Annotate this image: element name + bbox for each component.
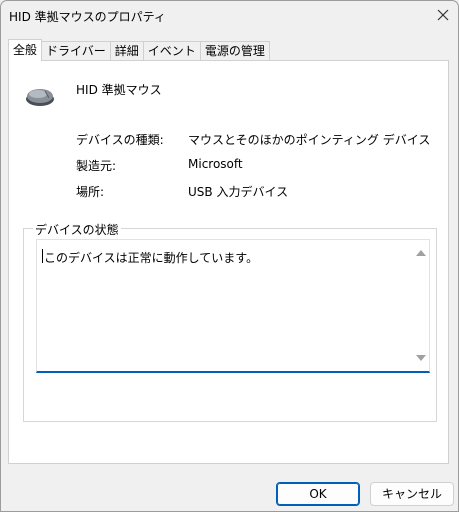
tab-strip: 全般 ドライバー 詳細 イベント 電源の管理 xyxy=(8,39,270,61)
general-tab-panel: HID 準拠マウス デバイスの種類: マウスとそのほかのポインティング デバイス… xyxy=(8,60,449,464)
device-name: HID 準拠マウス xyxy=(76,83,162,97)
device-status-group: デバイスの状態 このデバイスは正常に動作しています。 xyxy=(23,221,437,422)
ok-button[interactable]: OK xyxy=(276,482,360,506)
close-icon xyxy=(437,9,449,21)
text-caret xyxy=(42,249,43,263)
device-status-textbox[interactable]: このデバイスは正常に動作しています。 xyxy=(36,239,430,373)
device-type-value: マウスとそのほかのポインティング デバイス xyxy=(188,133,431,147)
tab-power-management[interactable]: 電源の管理 xyxy=(199,41,270,60)
device-status-legend: デバイスの状態 xyxy=(33,221,121,238)
mouse-icon xyxy=(26,89,54,106)
manufacturer-value: Microsoft xyxy=(188,157,243,171)
tab-events[interactable]: イベント xyxy=(142,41,201,60)
device-status-text: このデバイスは正常に動作しています。 xyxy=(44,251,259,265)
device-type-label: デバイスの種類: xyxy=(76,133,164,147)
tab-details[interactable]: 詳細 xyxy=(109,41,144,60)
scroll-up-arrow-icon[interactable] xyxy=(416,250,426,256)
tab-driver[interactable]: ドライバー xyxy=(41,41,111,60)
manufacturer-label: 製造元: xyxy=(76,159,117,173)
scroll-down-arrow-icon[interactable] xyxy=(416,355,426,361)
location-value: USB 入力デバイス xyxy=(188,185,289,199)
location-label: 場所: xyxy=(76,185,105,199)
tab-general[interactable]: 全般 xyxy=(8,39,43,61)
vertical-scrollbar[interactable] xyxy=(415,242,427,369)
cancel-button[interactable]: キャンセル xyxy=(370,482,454,506)
properties-dialog: HID 準拠マウスのプロパティ 全般 ドライバー 詳細 イベント 電源の管理 H… xyxy=(0,0,459,512)
window-title: HID 準拠マウスのプロパティ xyxy=(9,10,166,24)
close-button[interactable] xyxy=(428,1,458,29)
title-bar: HID 準拠マウスのプロパティ xyxy=(1,1,458,29)
